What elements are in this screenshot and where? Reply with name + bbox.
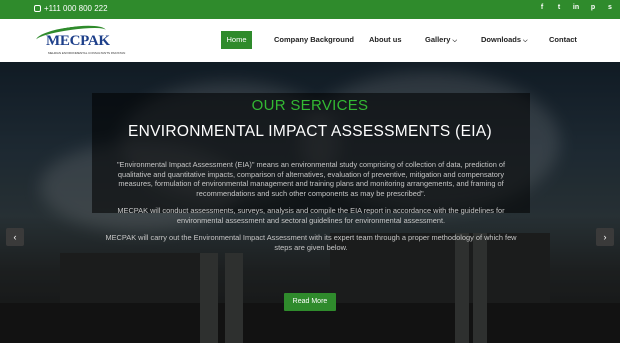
chevron-right-icon: › [603, 232, 607, 242]
nav-home[interactable]: Home [221, 31, 252, 49]
description-paragraph: MECPAK will conduct assessments, surveys… [117, 206, 505, 225]
phone-icon [34, 5, 41, 12]
description-paragraph: "Environmental Impact Assessment (EIA)" … [116, 160, 506, 198]
slider-next-button[interactable]: › [596, 228, 614, 246]
nav-company-background[interactable]: Company Background [274, 31, 354, 49]
facebook-icon[interactable]: f [538, 4, 546, 11]
nav-gallery-label: Gallery [425, 35, 451, 44]
chevron-left-icon: ‹ [13, 232, 17, 242]
top-bar: +111 000 800 222 f t in p s [0, 0, 620, 19]
linkedin-icon[interactable]: in [572, 4, 580, 11]
skype-icon[interactable]: s [606, 4, 614, 11]
nav-menu: Home Company Background About us Gallery… [0, 31, 620, 49]
logo-tagline: MEHRAN ENVIRONMENTAL CONSULTANTS PAKISTA… [48, 51, 126, 55]
service-description: "Environmental Impact Assessment (EIA)" … [102, 160, 520, 260]
nav-contact[interactable]: Contact [549, 31, 577, 49]
read-more-button[interactable]: Read More [284, 293, 336, 311]
phone-number: +111 000 800 222 [44, 4, 108, 13]
social-links: f t in p s [538, 4, 614, 11]
description-paragraph: MECPAK will carry out the Environmental … [105, 233, 517, 252]
chevron-down-icon: ⌵ [452, 38, 457, 44]
main-navigation: MECPAK MEHRAN ENVIRONMENTAL CONSULTANTS … [0, 19, 620, 62]
slider-prev-button[interactable]: ‹ [6, 228, 24, 246]
pinterest-icon[interactable]: p [589, 4, 597, 11]
section-title: ENVIRONMENTAL IMPACT ASSESSMENTS (EIA) [128, 123, 492, 140]
chevron-down-icon: ⌵ [523, 38, 528, 44]
nav-downloads[interactable]: Downloads ⌵ [481, 31, 528, 49]
nav-gallery[interactable]: Gallery ⌵ [425, 31, 457, 49]
section-kicker: OUR SERVICES [251, 97, 369, 114]
nav-about-us[interactable]: About us [369, 31, 402, 49]
nav-downloads-label: Downloads [481, 35, 522, 44]
phone-contact[interactable]: +111 000 800 222 [34, 4, 108, 13]
twitter-icon[interactable]: t [555, 4, 563, 11]
